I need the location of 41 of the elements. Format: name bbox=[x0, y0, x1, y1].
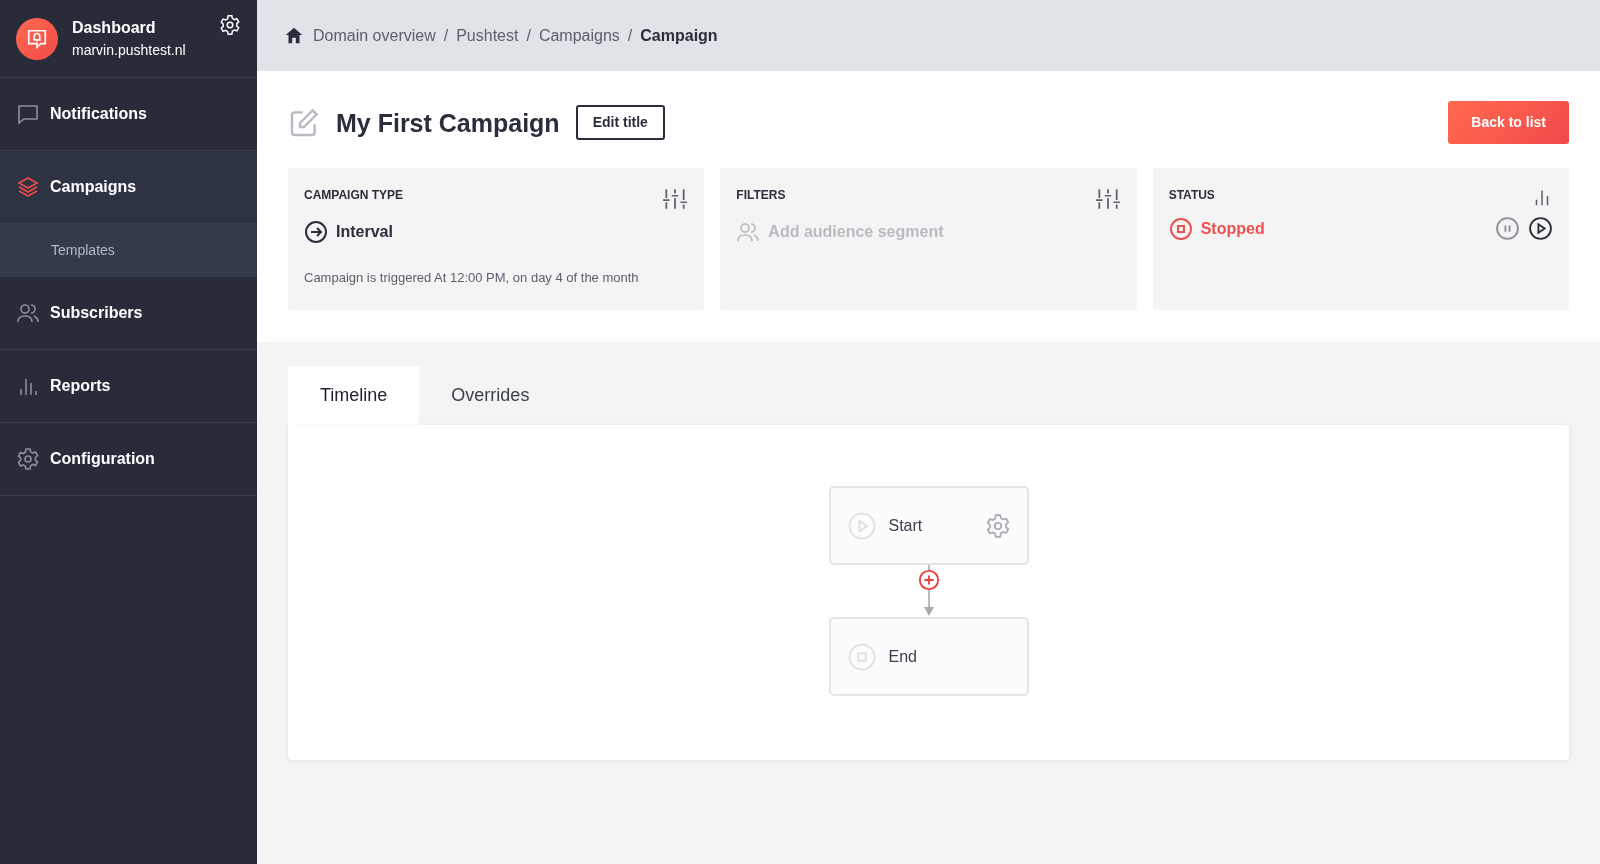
sliders-icon[interactable] bbox=[1094, 186, 1121, 212]
campaign-description: Campaign is triggered At 12:00 PM, on day 4 of the month bbox=[304, 269, 640, 287]
settings-icon[interactable] bbox=[219, 14, 241, 36]
status-value: Stopped bbox=[1200, 218, 1266, 239]
sidebar-item[interactable]: Campaigns bbox=[0, 151, 257, 224]
play-icon[interactable] bbox=[1528, 216, 1553, 241]
add-step-icon[interactable] bbox=[917, 569, 940, 591]
play-circle-icon bbox=[846, 510, 877, 541]
campaign-type-value: Interval bbox=[336, 222, 393, 242]
breadcrumb-link[interactable]: Pushtest bbox=[456, 23, 519, 48]
breadcrumb-separator: / bbox=[526, 25, 531, 46]
people-icon bbox=[736, 220, 761, 244]
chat-bubble-icon bbox=[16, 102, 40, 126]
breadcrumb-separator: / bbox=[627, 25, 633, 46]
domain-name: marvin.pushtest.nl bbox=[72, 41, 187, 60]
breadcrumb-current: Campaign bbox=[640, 25, 718, 46]
breadcrumb-link[interactable]: Campaigns bbox=[538, 23, 620, 48]
edit-icon bbox=[288, 106, 320, 139]
brand-title[interactable]: Dashboard bbox=[72, 16, 205, 40]
breadcrumb-link[interactable]: Domain overview bbox=[313, 23, 436, 48]
sliders-icon[interactable] bbox=[662, 186, 689, 212]
node-label: End bbox=[888, 646, 918, 667]
campaign-title: My First Campaign bbox=[336, 107, 560, 138]
stop-circle-icon bbox=[846, 641, 877, 672]
tab[interactable]: Timeline bbox=[288, 366, 420, 425]
stop-circle-icon bbox=[1168, 216, 1193, 241]
layers-icon bbox=[16, 175, 40, 199]
breadcrumb-separator: / bbox=[443, 25, 449, 46]
card-heading: FILTERS bbox=[736, 187, 786, 204]
logo-icon bbox=[16, 17, 58, 60]
card-heading: STATUS bbox=[1168, 187, 1215, 204]
edit-title-button[interactable]: Edit title bbox=[575, 105, 665, 140]
card-heading: CAMPAIGN TYPE bbox=[304, 187, 404, 204]
submenu-item[interactable]: Templates bbox=[0, 224, 257, 277]
node-label: Start bbox=[888, 515, 924, 536]
people-icon bbox=[16, 301, 40, 325]
settings-icon bbox=[16, 447, 40, 471]
tab[interactable]: Overrides bbox=[419, 366, 562, 425]
flow-node[interactable]: End bbox=[828, 617, 1029, 696]
arrow-circle-icon bbox=[304, 220, 328, 244]
flow-node[interactable]: Start bbox=[828, 486, 1029, 565]
